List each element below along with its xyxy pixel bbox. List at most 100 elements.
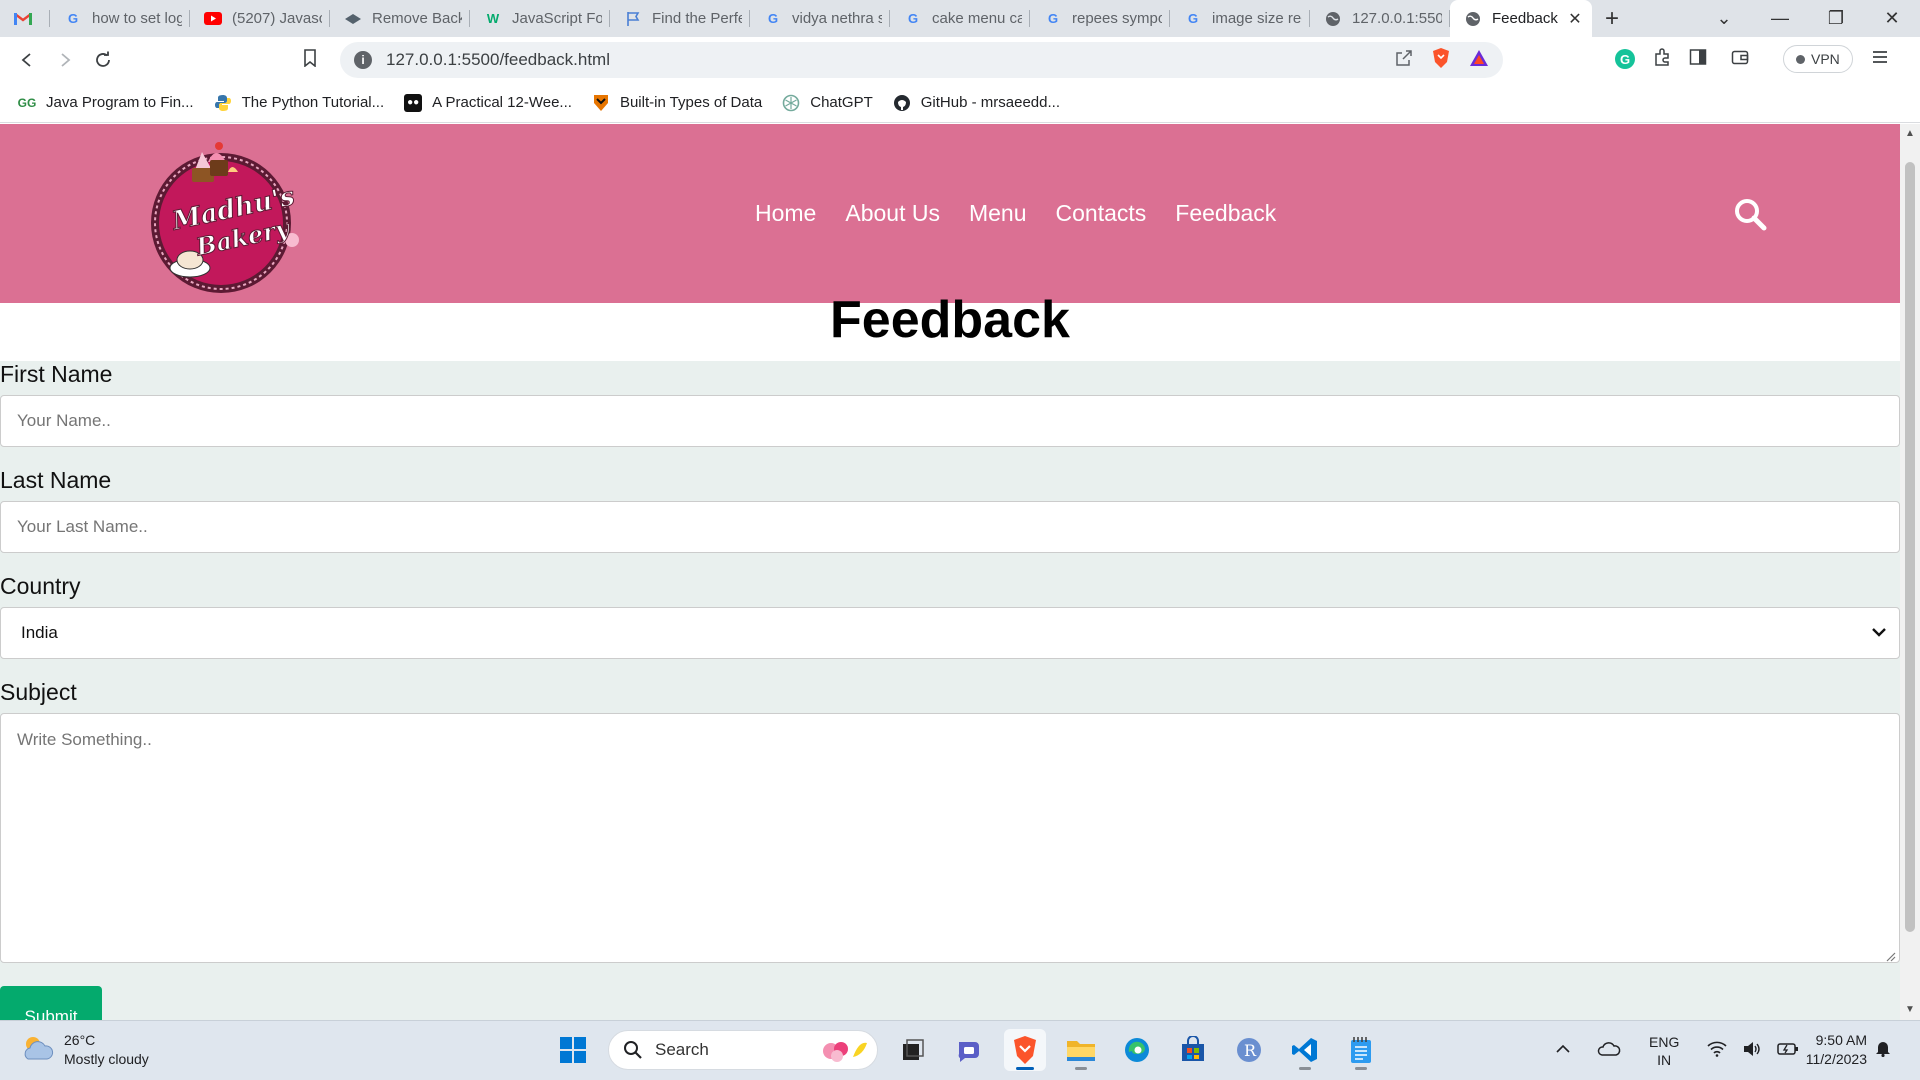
restore-icon[interactable]: ❐ [1808, 8, 1864, 29]
flag-icon [624, 10, 642, 28]
tab-cake-menu[interactable]: G cake menu ca [890, 0, 1030, 37]
tab-how-to-set-log[interactable]: G how to set log [50, 0, 190, 37]
tab-search-chevron-icon[interactable]: ⌄ [1696, 8, 1752, 29]
windows-taskbar: 26°C Mostly cloudy Search R ENG IN 9:50 … [0, 1020, 1920, 1080]
nav-link-feedback[interactable]: Feedback [1175, 200, 1276, 227]
share-icon[interactable] [1395, 49, 1413, 72]
tab-close-icon[interactable]: ✕ [1566, 9, 1584, 29]
bookmark-chatgpt[interactable]: ChatGPT [782, 94, 873, 112]
google-icon: G [67, 11, 79, 26]
tab-remove-bg[interactable]: Remove Backg [330, 0, 470, 37]
input-language-indicator[interactable]: ENG IN [1649, 1033, 1679, 1069]
country-selected-value: India [21, 623, 58, 642]
forward-icon[interactable] [46, 41, 84, 79]
scroll-up-icon[interactable]: ▲ [1900, 128, 1920, 139]
start-icon[interactable] [552, 1029, 594, 1071]
window-controls: ⌄ — ❐ ✕ [1696, 0, 1920, 37]
scrollbar-thumb[interactable] [1905, 162, 1915, 932]
scroll-down-icon[interactable]: ▼ [1900, 1004, 1920, 1015]
bookmark-practical-12-week[interactable]: ●● A Practical 12-Wee... [404, 93, 572, 112]
tab-find-the-perfect[interactable]: Find the Perfe [610, 0, 750, 37]
new-tab-icon[interactable]: + [1592, 0, 1632, 37]
bookmark-built-in-types[interactable]: Built-in Types of Data [592, 94, 762, 112]
notepad-icon[interactable] [1340, 1029, 1382, 1071]
tab-title: JavaScript For [512, 10, 602, 27]
taskbar-clock[interactable]: 9:50 AM 11/2/2023 [1793, 1031, 1867, 1069]
volume-icon[interactable] [1743, 1041, 1761, 1062]
tab-gmail[interactable] [0, 0, 50, 37]
running-indicator [1016, 1067, 1034, 1070]
taskbar-search-label: Search [655, 1040, 709, 1059]
weather-temp: 26°C [64, 1032, 96, 1048]
page-scrollbar[interactable]: ▲ ▼ [1900, 124, 1920, 1020]
nav-link-contacts[interactable]: Contacts [1056, 200, 1147, 227]
tab-strip: G how to set log (5207) Javascr Remove B… [0, 0, 1920, 37]
omnibox[interactable]: i 127.0.0.1:5500/feedback.html [340, 42, 1503, 78]
site-search-icon[interactable] [1732, 196, 1768, 232]
nav-link-menu[interactable]: Menu [969, 200, 1027, 227]
submit-button[interactable]: Submit [0, 986, 102, 1020]
brave-browser-icon[interactable] [1004, 1029, 1046, 1071]
grammarly-icon[interactable]: G [1615, 49, 1635, 69]
system-tray: ENG IN [1555, 1033, 1799, 1069]
tab-repees-sympo[interactable]: G repees sympo [1030, 0, 1170, 37]
notification-bell-icon[interactable] [1875, 1039, 1891, 1062]
sidebar-icon[interactable] [1689, 48, 1707, 71]
tab-localhost[interactable]: 127.0.0.1:5500 [1310, 0, 1450, 37]
onedrive-cloud-icon[interactable] [1597, 1041, 1621, 1062]
brave-rewards-icon[interactable] [1469, 49, 1489, 72]
first-name-label: First Name [0, 361, 113, 387]
back-icon[interactable] [8, 41, 46, 79]
vpn-button[interactable]: VPN [1783, 45, 1853, 73]
extensions-icon[interactable] [1653, 47, 1671, 71]
bookmark-label: The Python Tutorial... [241, 94, 385, 111]
nav-link-about-us[interactable]: About Us [845, 200, 940, 227]
tab-title: Feedback [1492, 10, 1558, 27]
wifi-icon[interactable] [1707, 1041, 1727, 1062]
reload-icon[interactable] [84, 41, 122, 79]
chevron-down-icon [1869, 622, 1889, 642]
github-icon [893, 94, 911, 112]
tab-title: image size rec [1212, 10, 1302, 27]
taskbar-search[interactable]: Search [608, 1030, 878, 1070]
globe-icon [1324, 10, 1342, 28]
teams-chat-icon[interactable] [948, 1029, 990, 1071]
country-label: Country [0, 573, 81, 599]
bookmark-label: Built-in Types of Data [619, 94, 763, 111]
task-view-icon[interactable] [892, 1029, 934, 1071]
tab-javascript-for[interactable]: W JavaScript For [470, 0, 610, 37]
window-close-icon[interactable]: ✕ [1864, 8, 1920, 29]
last-name-input[interactable] [0, 501, 1900, 553]
bookmark-github[interactable]: GitHub - mrsaeedd... [893, 94, 1060, 112]
subject-textarea[interactable] [0, 713, 1900, 963]
resize-grip-icon[interactable] [1884, 949, 1896, 962]
site-info-icon[interactable]: i [354, 51, 372, 69]
bookmark-python-tutorial[interactable]: The Python Tutorial... [214, 94, 385, 112]
nav-link-home[interactable]: Home [755, 200, 816, 227]
tab-youtube[interactable]: (5207) Javascr [190, 0, 330, 37]
bookmark-page-icon[interactable] [303, 49, 317, 72]
minimize-icon[interactable]: — [1752, 8, 1808, 29]
tab-image-size[interactable]: G image size rec [1170, 0, 1310, 37]
weather-widget[interactable]: 26°C Mostly cloudy [20, 1031, 149, 1069]
microsoft-store-icon[interactable] [1172, 1029, 1214, 1071]
vscode-icon[interactable] [1284, 1029, 1326, 1071]
menu-icon[interactable] [1871, 49, 1889, 70]
wallet-icon[interactable] [1731, 48, 1749, 71]
tab-vidya-nethra[interactable]: G vidya nethra s [750, 0, 890, 37]
lang-line-1: ENG [1649, 1034, 1680, 1050]
first-name-input[interactable] [0, 395, 1900, 447]
google-icon: G [767, 11, 779, 26]
edge-browser-icon[interactable] [1116, 1029, 1158, 1071]
running-indicator [1075, 1067, 1087, 1070]
tab-title: (5207) Javascr [232, 10, 322, 27]
brave-shield-icon[interactable] [1431, 47, 1451, 74]
url-text[interactable]: 127.0.0.1:5500/feedback.html [386, 50, 610, 70]
r-app-icon[interactable]: R [1228, 1029, 1270, 1071]
tab-feedback[interactable]: Feedback ✕ [1450, 0, 1592, 37]
bookmark-java-program[interactable]: GG Java Program to Fin... [18, 94, 194, 112]
country-select[interactable]: India [0, 607, 1900, 659]
file-explorer-icon[interactable] [1060, 1029, 1102, 1071]
bakery-logo[interactable]: Madhu's Bakery [140, 132, 302, 294]
show-hidden-icons-chevron-icon[interactable] [1555, 1042, 1571, 1060]
